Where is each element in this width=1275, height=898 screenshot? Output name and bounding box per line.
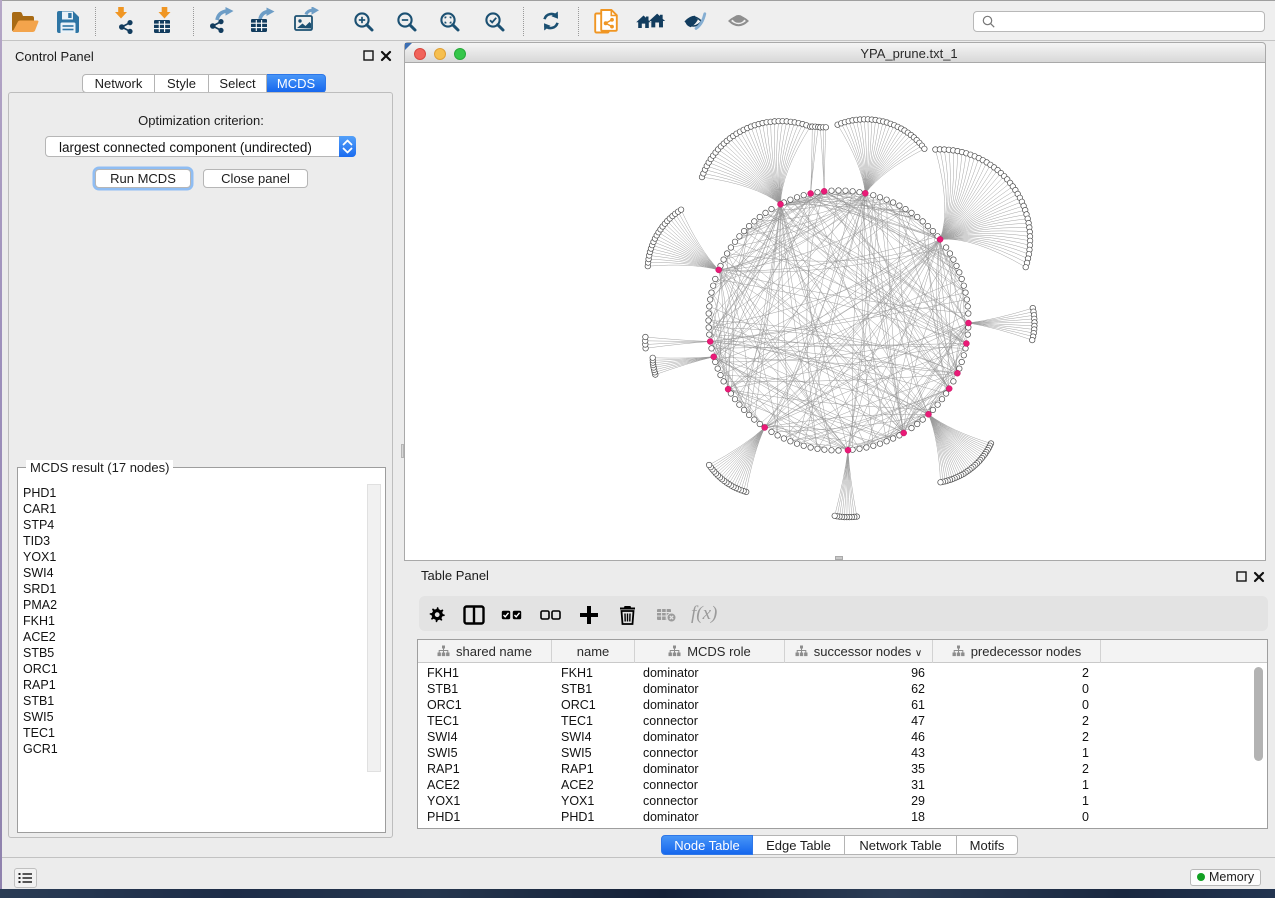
svg-text:f(x): f(x) (691, 603, 717, 624)
